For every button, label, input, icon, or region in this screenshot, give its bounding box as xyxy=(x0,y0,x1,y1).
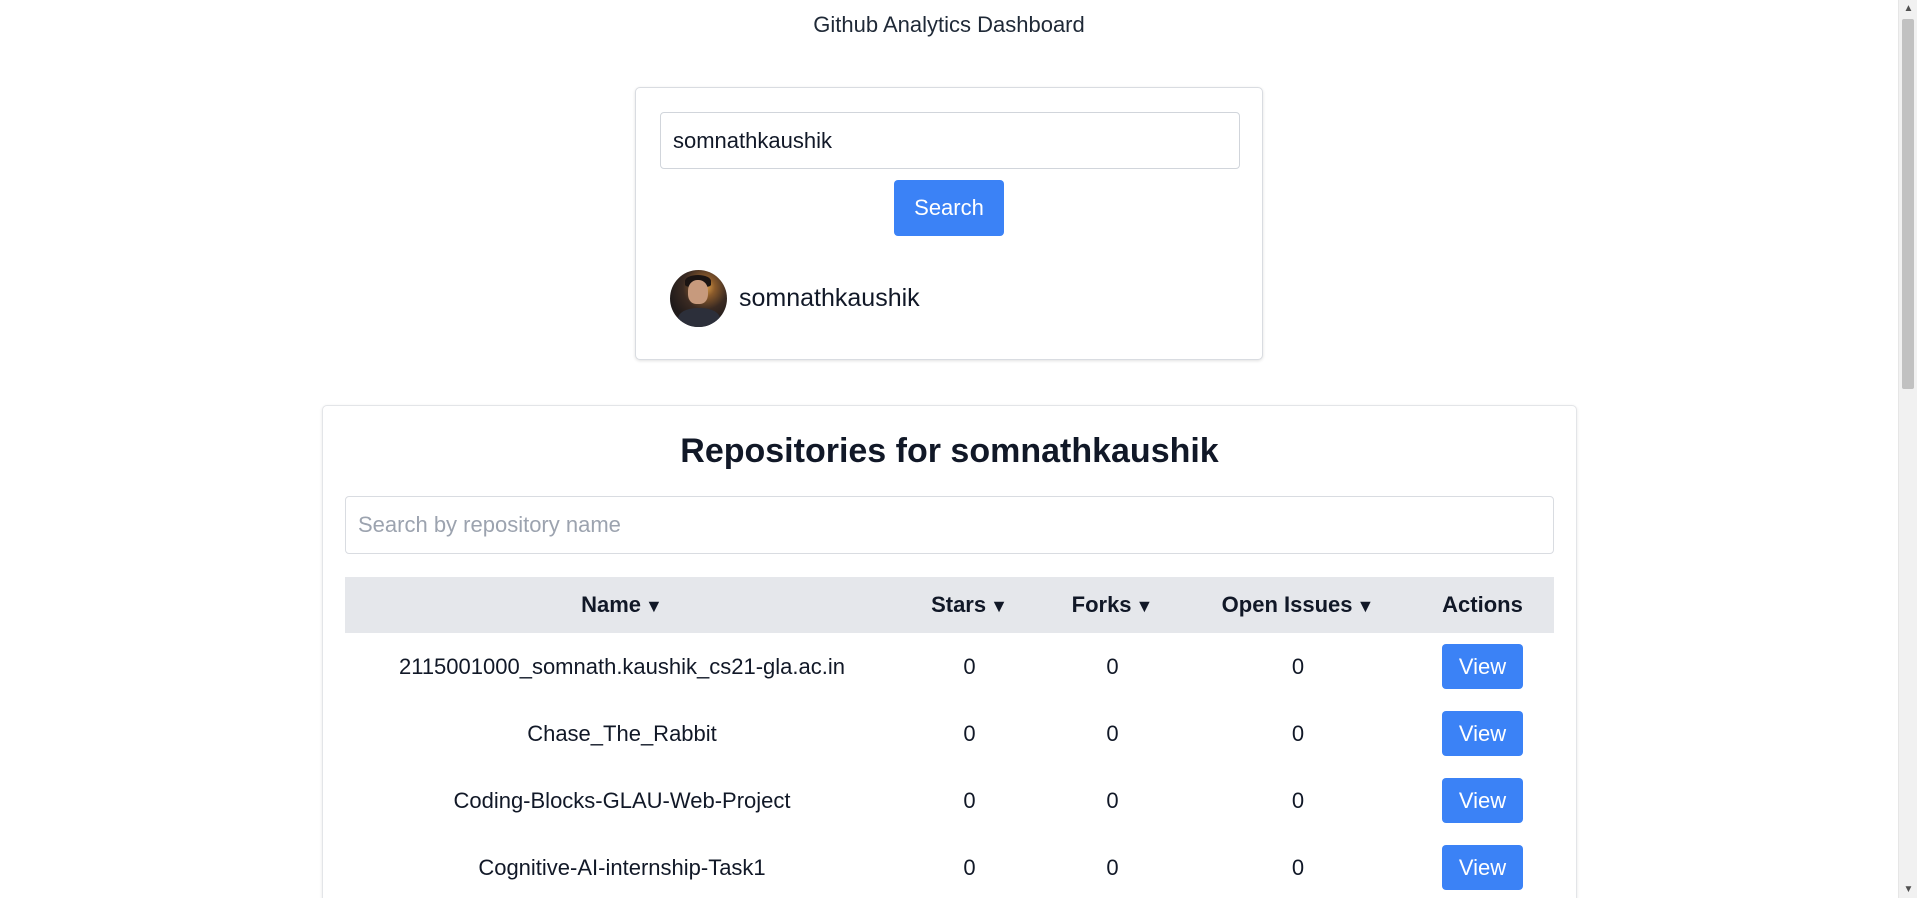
repositories-card: Repositories for somnathkaushik Name▼ St… xyxy=(322,405,1577,898)
scroll-up-icon[interactable]: ▲ xyxy=(1899,0,1917,17)
vertical-scrollbar[interactable]: ▲ ▼ xyxy=(1898,0,1917,898)
view-button[interactable]: View xyxy=(1442,644,1523,689)
repo-stars: 0 xyxy=(963,854,976,880)
view-button[interactable]: View xyxy=(1442,778,1523,823)
repo-name: 2115001000_somnath.kaushik_cs21-gla.ac.i… xyxy=(398,653,845,679)
repositories-heading: Repositories for somnathkaushik xyxy=(680,432,1219,470)
column-header-name[interactable]: Name ▼ xyxy=(345,577,899,633)
table-header-row: Name ▼ Stars ▼ Forks ▼ Open Issues ▼ Actions xyxy=(345,577,1554,633)
username-label: somnathkaushik xyxy=(739,283,920,312)
repo-open-issues: 0 xyxy=(1291,854,1305,880)
view-button[interactable]: View xyxy=(1442,845,1523,890)
user-search-card: Search somnathkaushik xyxy=(635,87,1263,360)
scroll-down-icon[interactable]: ▼ xyxy=(1899,881,1917,898)
repo-forks: 0 xyxy=(1106,854,1119,880)
repo-forks: 0 xyxy=(1106,653,1119,679)
repo-name: Cognitive-AI-internship-Task1 xyxy=(478,854,766,880)
user-profile[interactable]: somnathkaushik xyxy=(670,269,920,327)
username-search-input[interactable] xyxy=(660,112,1240,169)
repository-search-input[interactable] xyxy=(345,496,1554,554)
app-title: Github Analytics Dashboard xyxy=(813,12,1085,37)
sort-down-icon: ▼ xyxy=(990,596,1008,616)
sort-down-icon: ▼ xyxy=(645,596,663,616)
repo-forks: 0 xyxy=(1106,720,1119,746)
repo-open-issues: 0 xyxy=(1291,653,1305,679)
table-row: Chase_The_Rabbit 0 0 0 View xyxy=(345,700,1554,767)
table-row: 2115001000_somnath.kaushik_cs21-gla.ac.i… xyxy=(345,633,1554,700)
table-row: Coding-Blocks-GLAU-Web-Project 0 0 0 Vie… xyxy=(345,767,1554,834)
avatar xyxy=(670,269,727,327)
column-header-actions: Actions xyxy=(1442,592,1523,617)
repo-forks: 0 xyxy=(1106,787,1119,813)
repo-stars: 0 xyxy=(963,720,976,746)
table-row: Cognitive-AI-internship-Task1 0 0 0 View xyxy=(345,834,1554,898)
column-header-open-issues[interactable]: Open Issues ▼ xyxy=(1185,577,1411,633)
column-header-stars[interactable]: Stars ▼ xyxy=(899,577,1040,633)
page: Github Analytics Dashboard Search somnat… xyxy=(0,0,1898,898)
sort-down-icon: ▼ xyxy=(1356,596,1375,616)
repo-stars: 0 xyxy=(963,787,976,813)
sort-down-icon: ▼ xyxy=(1135,596,1154,616)
repo-name: Coding-Blocks-GLAU-Web-Project xyxy=(453,787,791,813)
view-button[interactable]: View xyxy=(1442,711,1523,756)
column-header-forks[interactable]: Forks ▼ xyxy=(1040,577,1185,633)
repo-open-issues: 0 xyxy=(1291,720,1305,746)
repo-open-issues: 0 xyxy=(1291,787,1305,813)
repositories-table: Name ▼ Stars ▼ Forks ▼ Open Issues ▼ Actions… xyxy=(345,577,1554,898)
repo-name: Chase_The_Rabbit xyxy=(527,720,717,746)
search-button[interactable]: Search xyxy=(894,180,1004,236)
repo-stars: 0 xyxy=(963,653,976,679)
scrollbar-thumb[interactable] xyxy=(1902,19,1914,389)
